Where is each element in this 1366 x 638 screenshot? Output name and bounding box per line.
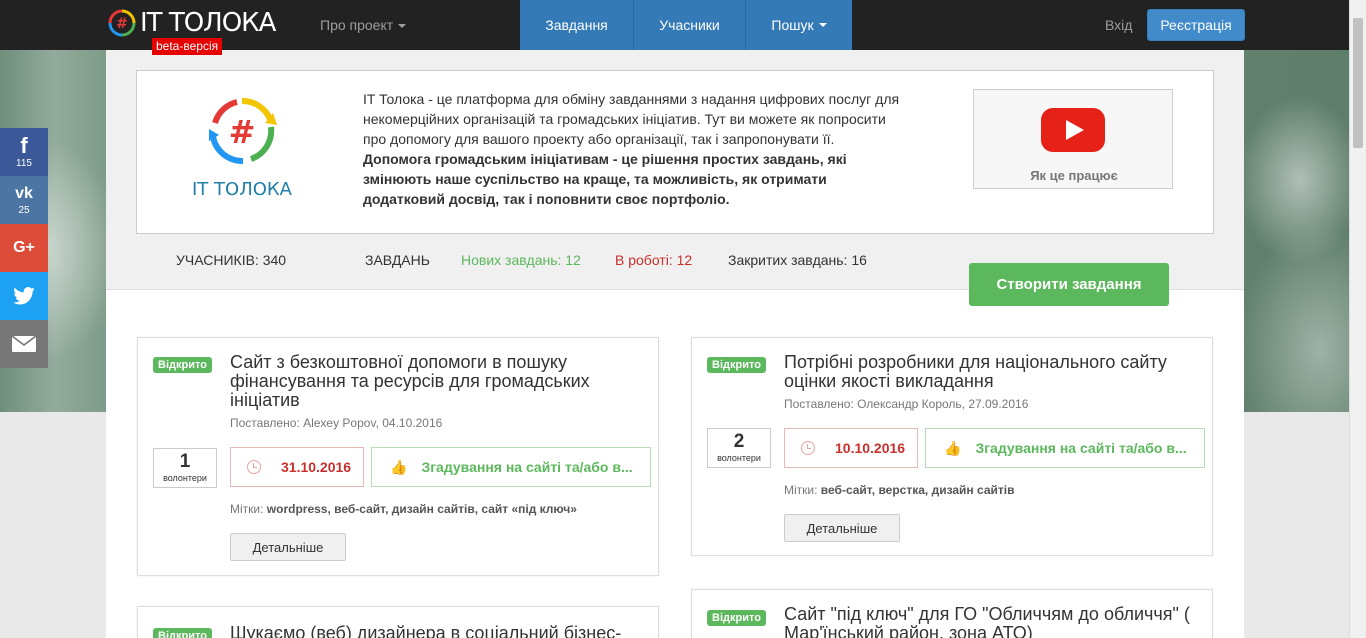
volunteers-label: волонтери <box>717 453 761 463</box>
envelope-icon <box>12 336 36 352</box>
reward-box: 👍 Згадування на сайті та/або в... <box>371 447 651 487</box>
stat-in-progress[interactable]: В роботі: 12 <box>615 252 728 268</box>
nav-tab-tasks[interactable]: Завдання <box>520 0 634 50</box>
deadline-box: 10.10.2016 <box>784 428 918 468</box>
clock-icon <box>247 460 261 474</box>
stat-tasks: ЗАВДАНЬ <box>365 252 430 268</box>
logo-text: IT ТОЛОКА <box>192 179 293 200</box>
task-card: Відкрито Сайт "під ключ" для ГО "Обличчя… <box>691 589 1213 638</box>
volunteers-counter: 2 волонтери <box>707 428 771 468</box>
task-card: Відкрито Потрібні розробники для націона… <box>691 337 1213 556</box>
stat-members: УЧАСНИКІВ: 340 <box>176 252 287 268</box>
svg-text:#: # <box>229 113 256 151</box>
social-share-bar: f 115 vk 25 G+ <box>0 128 48 368</box>
caret-down-icon <box>398 24 407 29</box>
volunteers-counter: 1 волонтери <box>153 448 217 488</box>
clock-icon <box>801 441 815 455</box>
task-card: Відкрито Шукаємо (веб) дизайнера в соціа… <box>137 606 659 638</box>
intro-description: IT Толока - це платформа для обміну завд… <box>363 89 903 209</box>
status-badge: Відкрито <box>707 357 766 373</box>
nav-tab-members[interactable]: Учасники <box>634 0 746 50</box>
vk-icon: vk <box>15 185 33 202</box>
facebook-share-button[interactable]: f 115 <box>0 128 48 176</box>
youtube-play-icon <box>1041 108 1105 152</box>
volunteers-count: 1 <box>179 451 191 472</box>
tags-list[interactable]: wordpress, веб-сайт, дизайн сайтів, сайт… <box>267 502 577 516</box>
page-scrollbar[interactable] <box>1349 0 1366 638</box>
brand-link[interactable]: # IT ТОЛОКА <box>108 8 276 38</box>
reward-text: Згадування на сайті та/або в... <box>421 459 633 475</box>
intro-panel: # IT ТОЛОКА IT Толока - це платформа для… <box>136 70 1214 234</box>
nav-tab-label: Пошук <box>771 17 814 33</box>
vk-share-button[interactable]: vk 25 <box>0 176 48 224</box>
task-card: Відкрито Сайт з безкоштовної допомоги в … <box>137 337 659 576</box>
stat-closed[interactable]: Закритих завдань: 16 <box>728 252 867 268</box>
tags-label: Мітки: <box>784 483 818 497</box>
tags-label: Мітки: <box>230 502 264 516</box>
task-tags: Мітки: веб-сайт, верстка, дизайн сайтів <box>784 483 1014 497</box>
task-title[interactable]: Сайт з безкоштовної допомоги в пошуку фі… <box>230 353 630 410</box>
it-toloka-logo-icon: # IT ТОЛОКА <box>192 97 293 200</box>
nav-tab-search[interactable]: Пошук <box>746 0 852 50</box>
nav-tab-label: Завдання <box>545 17 608 33</box>
task-title[interactable]: Сайт "під ключ" для ГО "Обличчям до обли… <box>784 605 1199 638</box>
intro-text-bold: Допомога громадським ініціативам - це рі… <box>363 151 847 207</box>
task-posted: Поставлено: Олександр Король, 27.09.2016 <box>784 397 1029 411</box>
scrollbar-thumb[interactable] <box>1353 18 1363 148</box>
hashtag-logo-icon: # <box>108 9 136 37</box>
google-plus-icon: G+ <box>13 239 35 256</box>
video-how-it-works[interactable]: Як це працює <box>973 89 1173 189</box>
caret-down-icon <box>818 23 827 27</box>
thumbs-up-icon: 👍 <box>390 458 408 475</box>
google-plus-share-button[interactable]: G+ <box>0 224 48 272</box>
volunteers-label: волонтери <box>163 473 207 483</box>
deadline-box: 31.10.2016 <box>230 447 364 487</box>
task-title[interactable]: Шукаємо (веб) дизайнера в соціальний біз… <box>230 624 640 638</box>
details-button[interactable]: Детальніше <box>230 533 346 561</box>
nav-tab-label: Учасники <box>659 17 720 33</box>
twitter-icon <box>13 287 35 305</box>
beta-badge: beta-версія <box>152 38 223 55</box>
register-button[interactable]: Реєстрація <box>1147 9 1245 41</box>
details-button[interactable]: Детальніше <box>784 514 900 542</box>
top-navbar: # IT ТОЛОКА beta-версія Про проект Завда… <box>0 0 1349 55</box>
svg-text:#: # <box>116 16 128 32</box>
login-link[interactable]: Вхід <box>1105 17 1132 33</box>
task-title[interactable]: Потрібні розробники для національного са… <box>784 353 1194 391</box>
deadline-date: 31.10.2016 <box>281 459 352 475</box>
twitter-share-button[interactable] <box>0 272 48 320</box>
thumbs-up-icon: 👍 <box>944 439 962 456</box>
create-task-button[interactable]: Створити завдання <box>969 263 1169 306</box>
status-badge: Відкрито <box>707 610 766 626</box>
vk-count: 25 <box>18 205 30 216</box>
nav-about-dropdown[interactable]: Про проект <box>320 17 407 33</box>
video-label: Як це працює <box>1030 168 1118 183</box>
status-badge: Відкрито <box>153 357 212 373</box>
reward-text: Згадування на сайті та/або в... <box>975 440 1187 456</box>
nav-about-label: Про проект <box>320 17 394 33</box>
reward-box: 👍 Згадування на сайті та/або в... <box>925 428 1205 468</box>
email-share-button[interactable] <box>0 320 48 368</box>
facebook-icon: f <box>20 133 28 158</box>
volunteers-count: 2 <box>733 431 745 452</box>
stat-new-tasks[interactable]: Нових завдань: 12 <box>461 252 615 268</box>
intro-text-plain: IT Толока - це платформа для обміну завд… <box>363 91 900 147</box>
status-badge: Відкрито <box>153 628 212 638</box>
intro-section: # IT ТОЛОКА IT Толока - це платформа для… <box>106 50 1244 306</box>
tags-list[interactable]: веб-сайт, верстка, дизайн сайтів <box>821 483 1015 497</box>
task-posted: Поставлено: Alexey Popov, 04.10.2016 <box>230 416 443 430</box>
deadline-date: 10.10.2016 <box>835 440 906 456</box>
facebook-count: 115 <box>16 158 32 169</box>
brand-text: IT ТОЛОКА <box>140 8 276 38</box>
main-nav: Завдання Учасники Пошук <box>520 0 852 50</box>
stats-bar: УЧАСНИКІВ: 340 ЗАВДАНЬ Нових завдань: 12… <box>176 252 867 268</box>
task-tags: Мітки: wordpress, веб-сайт, дизайн сайті… <box>230 502 577 516</box>
